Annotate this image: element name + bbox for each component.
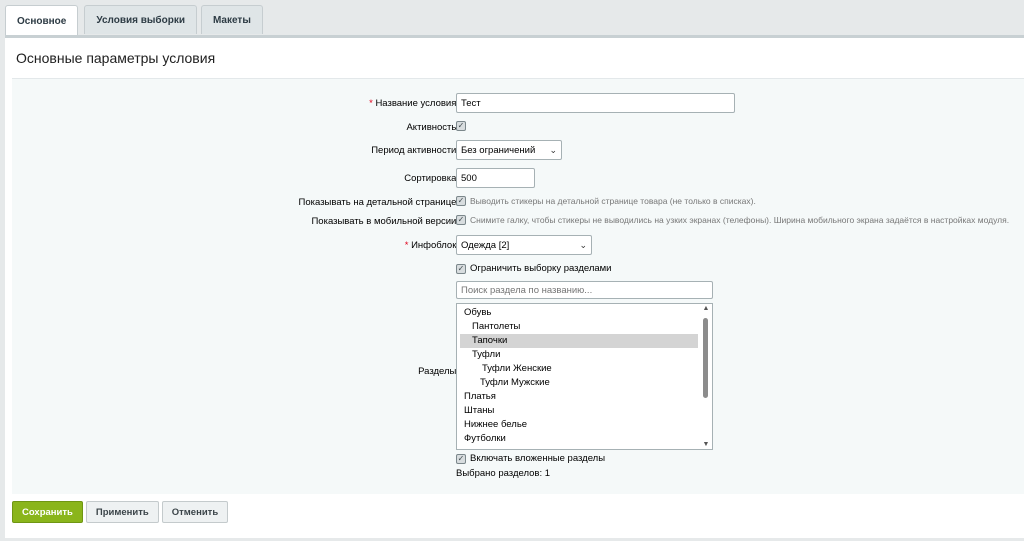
button-bar: Сохранить Применить Отменить <box>12 501 231 523</box>
tab-bar: Основное Условия выборки Макеты <box>5 5 267 36</box>
scroll-down-icon[interactable]: ▼ <box>701 441 711 448</box>
period-label: Период активности: <box>371 145 459 156</box>
apply-button[interactable]: Применить <box>85 501 159 523</box>
name-label-text: Название условия: <box>375 98 459 109</box>
iblock-select[interactable]: Одежда [2] ⌄ <box>456 235 592 255</box>
section-item-obuv[interactable]: Обувь <box>460 306 698 320</box>
page-title: Основные параметры условия <box>16 50 216 66</box>
sections-listbox[interactable]: Обувь Пантолеты Тапочки Туфли Туфли Женс… <box>456 303 713 450</box>
form-area: * Название условия: Тест Активность: ✓ П… <box>12 78 1024 494</box>
main-panel: Основные параметры условия * Название ус… <box>5 35 1024 538</box>
active-checkbox[interactable]: ✓ <box>456 121 466 132</box>
section-item-futbolki[interactable]: Футболки <box>460 432 698 446</box>
selected-count: Выбрано разделов: 1 <box>456 468 551 479</box>
chevron-down-icon: ⌄ <box>579 239 587 250</box>
iblock-value: Одежда [2] <box>461 239 510 251</box>
scrollbar-thumb[interactable] <box>703 318 708 398</box>
chevron-down-icon: ⌄ <box>549 144 557 155</box>
section-item-tufli[interactable]: Туфли <box>460 348 698 362</box>
name-label: * Название условия: <box>369 98 459 109</box>
section-item-platya[interactable]: Платья <box>460 390 698 404</box>
mobile-checkbox[interactable]: ✓ <box>456 215 466 226</box>
section-item-tufli-zhenskie[interactable]: Туфли Женские <box>460 362 698 376</box>
section-item-tufli-muzhskie[interactable]: Туфли Мужские <box>460 376 698 390</box>
active-label: Активность: <box>406 122 459 133</box>
mobile-label: Показывать в мобильной версии: <box>311 216 459 227</box>
sort-input[interactable]: 500 <box>456 168 535 188</box>
limit-sections-checkbox[interactable]: ✓ <box>456 263 466 274</box>
section-item-shtany[interactable]: Штаны <box>460 404 698 418</box>
include-nested-checkbox[interactable]: ✓ <box>456 453 466 464</box>
scroll-up-icon[interactable]: ▲ <box>701 305 711 312</box>
tab-layouts[interactable]: Макеты <box>200 5 263 34</box>
period-value: Без ограничений <box>461 144 536 156</box>
sort-label: Сортировка: <box>404 173 459 184</box>
tab-conditions[interactable]: Условия выборки <box>84 5 197 34</box>
cancel-button[interactable]: Отменить <box>161 501 229 523</box>
scrollbar[interactable]: ▲ ▼ <box>701 305 711 448</box>
period-select[interactable]: Без ограничений ⌄ <box>456 140 562 160</box>
include-nested-label: Включать вложенные разделы <box>470 453 606 464</box>
detail-hint: Выводить стикеры на детальной странице т… <box>470 196 756 207</box>
section-item-nizhnee-bele[interactable]: Нижнее белье <box>460 418 698 432</box>
detail-checkbox[interactable]: ✓ <box>456 196 466 207</box>
limit-sections-label: Ограничить выборку разделами <box>470 263 612 274</box>
save-button[interactable]: Сохранить <box>12 501 83 523</box>
detail-label: Показывать на детальной странице: <box>298 197 459 208</box>
sections-label: Разделы: <box>418 366 459 377</box>
iblock-label: * Инфоблок: <box>405 240 459 251</box>
tab-main[interactable]: Основное <box>5 5 79 36</box>
section-item-pantolety[interactable]: Пантолеты <box>460 320 698 334</box>
iblock-label-text: Инфоблок: <box>411 240 459 251</box>
mobile-hint: Снимите галку, чтобы стикеры не выводили… <box>470 215 1010 226</box>
section-item-tapochki[interactable]: Тапочки <box>460 334 698 348</box>
name-input[interactable]: Тест <box>456 93 735 113</box>
section-search-input[interactable] <box>456 281 713 299</box>
